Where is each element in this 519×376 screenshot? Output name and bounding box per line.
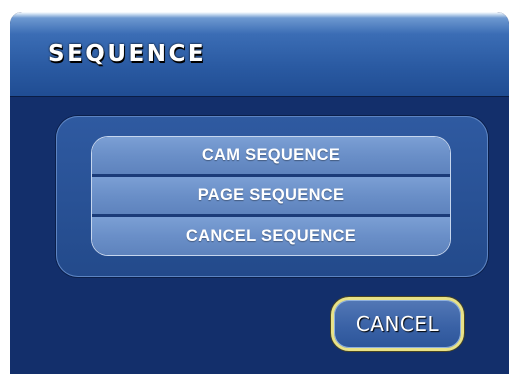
title-bar: SEQUENCE bbox=[10, 12, 509, 97]
sequence-menu: CAM SEQUENCE PAGE SEQUENCE CANCEL SEQUEN… bbox=[92, 137, 450, 255]
menu-item-cam-sequence[interactable]: CAM SEQUENCE bbox=[92, 137, 450, 174]
dialog-title: SEQUENCE bbox=[48, 41, 207, 67]
menu-item-page-sequence[interactable]: PAGE SEQUENCE bbox=[92, 177, 450, 214]
cancel-button[interactable]: CANCEL bbox=[331, 297, 464, 351]
sequence-dialog: SEQUENCE CAM SEQUENCE PAGE SEQUENCE CANC… bbox=[10, 12, 509, 374]
menu-item-cancel-sequence[interactable]: CANCEL SEQUENCE bbox=[92, 217, 450, 255]
